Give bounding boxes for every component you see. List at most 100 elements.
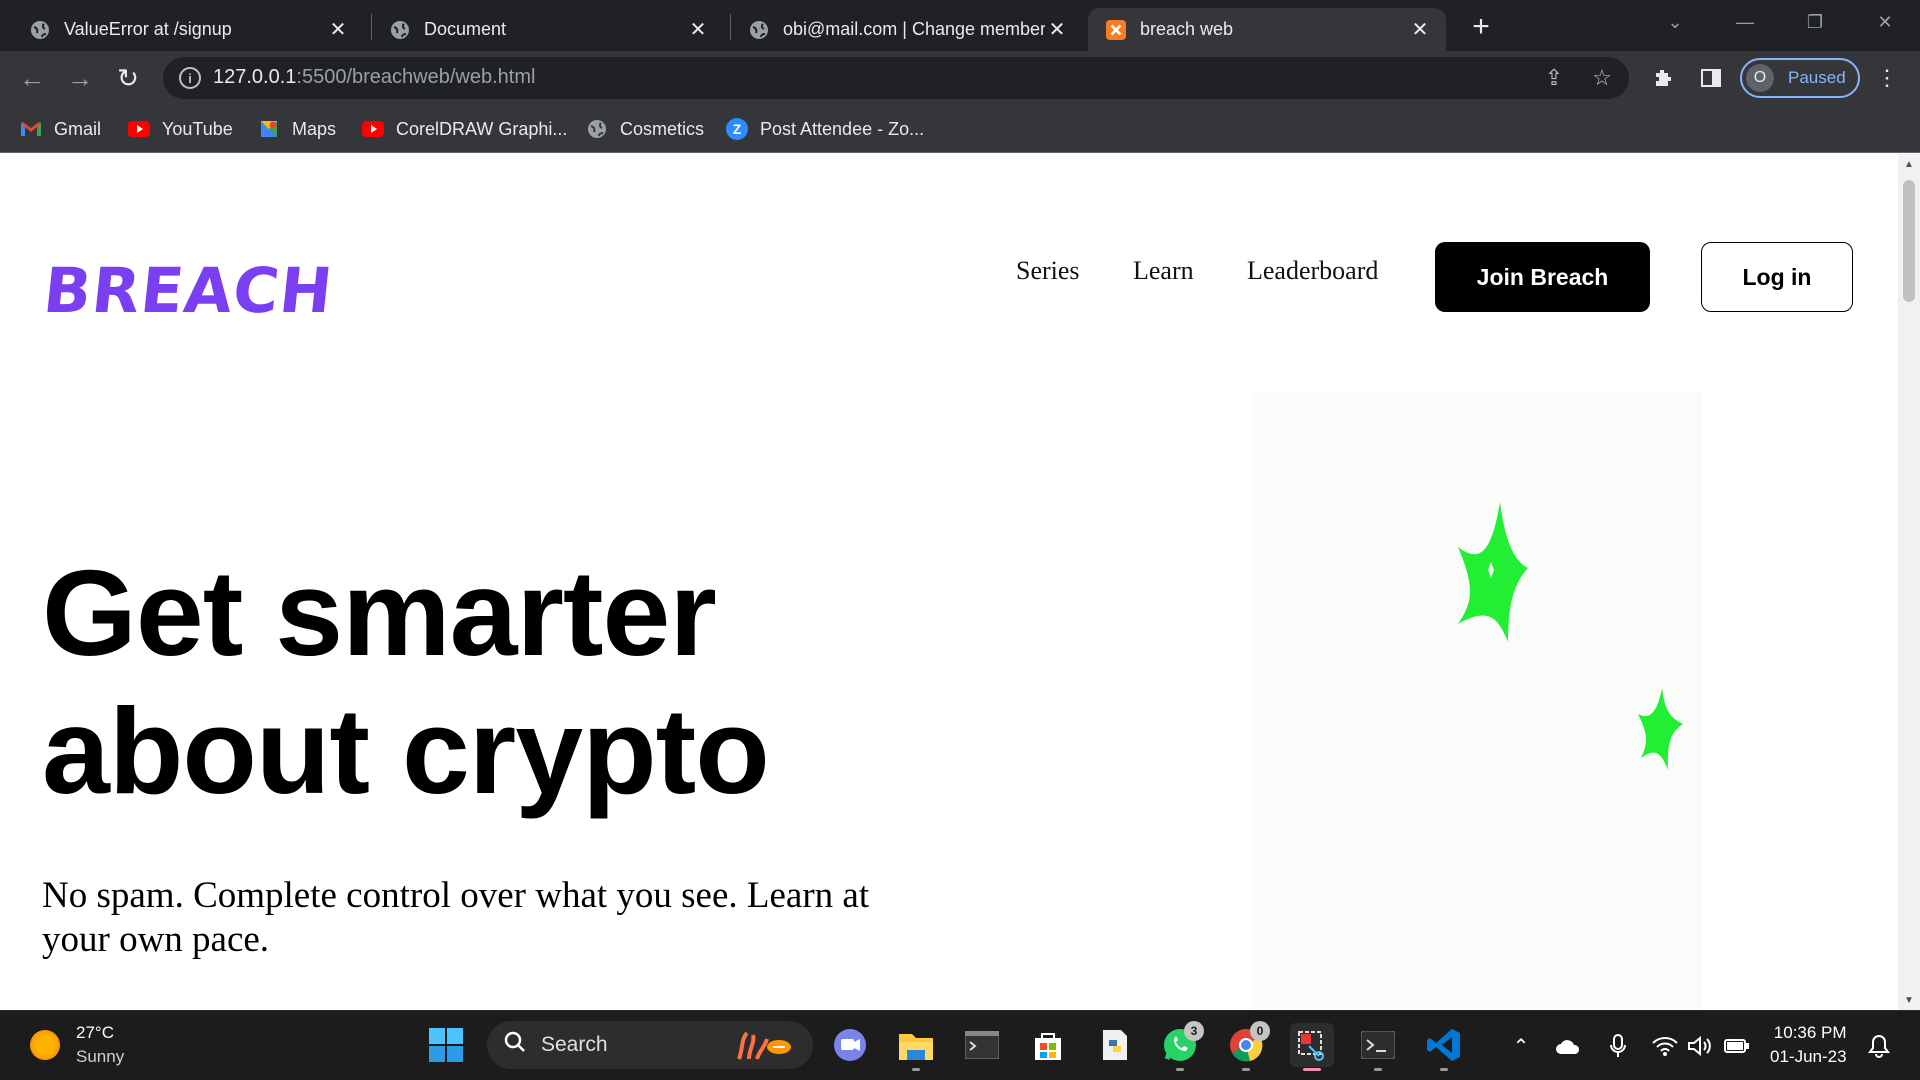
sun-icon [30,1030,60,1060]
vscode-app[interactable] [1422,1023,1466,1071]
profile-status: Paused [1788,68,1846,87]
nav-leaderboard[interactable]: Leaderboard [1247,256,1378,286]
system-clock[interactable]: 10:36 PM 01-Jun-23 [1770,1021,1847,1069]
bookmark-coreldraw[interactable]: CorelDRAW Graphi... [362,115,567,143]
side-panel-icon[interactable] [1697,64,1725,92]
star-icon [1458,502,1528,642]
microphone-icon[interactable] [1603,1031,1633,1061]
tab-document[interactable]: Document ✕ [372,8,724,51]
nav-series[interactable]: Series [1016,256,1080,286]
youtube-icon [128,118,150,140]
store-icon [1035,1033,1061,1060]
tab-title: obi@mail.com | Change member [783,19,1045,39]
globe-icon [749,20,769,40]
breach-logo[interactable]: BREACH [40,254,336,327]
clock-date: 01-Jun-23 [1770,1047,1847,1066]
onedrive-icon[interactable] [1553,1031,1583,1061]
maps-icon [258,118,280,140]
share-icon[interactable]: ⇪ [1541,65,1567,91]
microsoft-store-app[interactable] [1026,1023,1070,1067]
taskbar-search[interactable]: Search [487,1021,813,1069]
notification-badge: 3 [1184,1021,1204,1041]
login-button[interactable]: Log in [1701,242,1853,312]
globe-icon [390,20,410,40]
wifi-icon[interactable] [1650,1031,1680,1061]
close-tab-icon[interactable]: ✕ [686,18,710,42]
youtube-icon [362,118,384,140]
zoom-icon: Z [726,118,748,140]
close-tab-icon[interactable]: ✕ [1408,18,1432,42]
snipping-tool-app[interactable] [1290,1023,1334,1071]
tab-search-icon[interactable]: ⌄ [1640,0,1710,44]
bookmark-zoom[interactable]: Z Post Attendee - Zo... [726,115,924,143]
page-scrollbar[interactable]: ▲ ▼ [1898,154,1920,1010]
cmd-icon [965,1031,999,1059]
weather-condition: Sunny [76,1047,125,1066]
close-tab-icon[interactable]: ✕ [1045,18,1069,42]
address-bar[interactable]: i 127.0.0.1:5500/breachweb/web.html ⇪ ☆ [163,57,1629,99]
bookmark-youtube[interactable]: YouTube [128,115,233,143]
bookmark-star-icon[interactable]: ☆ [1589,65,1615,91]
notifications-icon[interactable] [1864,1031,1894,1061]
python-app[interactable] [1092,1023,1136,1067]
star-icon [1638,688,1683,770]
folder-icon [899,1034,933,1060]
url-text: 127.0.0.1:5500/breachweb/web.html [213,66,536,88]
close-tab-icon[interactable]: ✕ [326,18,350,42]
chat-icon [834,1029,866,1061]
bookmark-maps[interactable]: Maps [258,115,336,143]
volume-icon[interactable] [1685,1031,1715,1061]
bookmarks-bar: Gmail YouTube Maps CorelDRAW Graphi... C… [0,105,1920,153]
globe-icon [30,20,50,40]
site-info-icon[interactable]: i [179,67,201,89]
bookmark-gmail[interactable]: Gmail [20,115,101,143]
tab-change-member[interactable]: obi@mail.com | Change member ✕ [731,8,1083,51]
scroll-down-icon[interactable]: ▼ [1903,994,1915,1006]
forward-icon[interactable]: → [64,62,96,94]
window-controls: ⌄ — ❐ ✕ [1640,0,1920,44]
tab-strip: ValueError at /signup ✕ Document ✕ obi@m… [0,0,1920,51]
start-button[interactable] [424,1023,468,1067]
windows-icon [429,1028,463,1062]
tab-title: ValueError at /signup [64,19,232,39]
battery-icon[interactable] [1722,1031,1752,1061]
menu-icon[interactable]: ⋮ [1873,64,1901,92]
restore-icon[interactable]: ❐ [1780,0,1850,44]
weather-widget[interactable]: 27°C Sunny [30,1021,124,1069]
whatsapp-app[interactable]: 3 [1158,1021,1204,1071]
file-explorer-app[interactable] [894,1023,938,1071]
chevron-up-icon[interactable]: ⌃ [1506,1031,1536,1061]
tab-valueerror[interactable]: ValueError at /signup ✕ [12,8,364,51]
reload-icon[interactable]: ↻ [112,62,144,94]
teams-chat-app[interactable] [828,1023,872,1067]
terminal-icon [1361,1031,1395,1059]
minimize-icon[interactable]: — [1710,0,1780,44]
nav-learn[interactable]: Learn [1133,256,1194,286]
tab-breach-web[interactable]: breach web ✕ [1088,8,1446,51]
hero-heading-line: about crypto [42,683,770,819]
avatar: O [1746,64,1774,92]
search-icon [503,1030,527,1060]
hero-subtitle: No spam. Complete control over what you … [42,875,870,960]
bookmark-cosmetics[interactable]: Cosmetics [586,115,704,143]
terminal-app-2[interactable] [1356,1023,1400,1071]
python-icon [1103,1030,1127,1060]
scroll-up-icon[interactable]: ▲ [1903,158,1915,170]
page-viewport: BREACH Series Learn Leaderboard Join Bre… [0,154,1898,1010]
close-window-icon[interactable]: ✕ [1850,0,1920,44]
hero-heading: Get smarter about crypto [42,544,770,820]
profile-button[interactable]: O Paused [1740,58,1860,98]
globe-icon [586,118,608,140]
extensions-icon[interactable] [1649,64,1677,92]
join-breach-button[interactable]: Join Breach [1435,242,1650,312]
terminal-app[interactable] [960,1023,1004,1067]
hero-illustration [1253,392,1702,1010]
svg-text:Z: Z [733,121,742,137]
xampp-icon [1106,19,1126,40]
back-icon[interactable]: ← [16,62,48,94]
chrome-app[interactable]: 0 [1224,1021,1270,1071]
browser-toolbar: ← → ↻ i 127.0.0.1:5500/breachweb/web.htm… [0,51,1920,105]
new-tab-button[interactable]: + [1466,10,1496,43]
snipping-icon [1298,1031,1324,1061]
scrollbar-thumb[interactable] [1903,180,1915,302]
